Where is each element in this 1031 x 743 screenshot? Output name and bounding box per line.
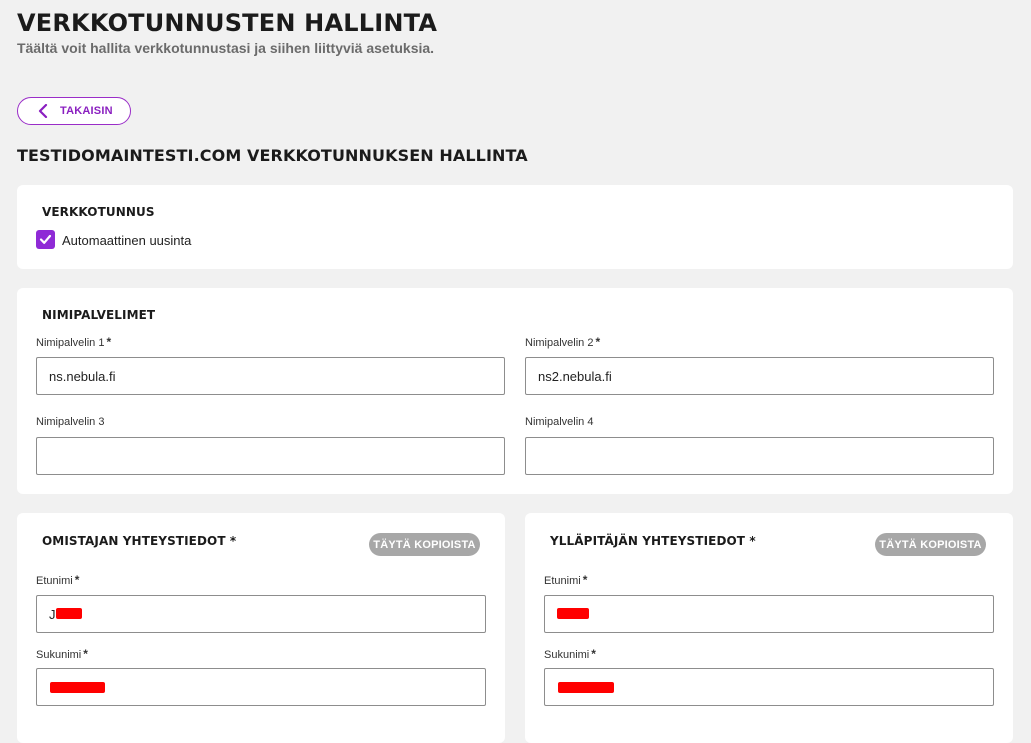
nameserver-3-label: Nimipalvelin 3 bbox=[36, 416, 105, 428]
redaction-mark bbox=[558, 682, 614, 693]
admin-contact-card: YLLÄPITÄJÄN YHTEYSTIEDOT * TÄYTÄ KOPIOIS… bbox=[525, 513, 1013, 743]
admin-contact-title: YLLÄPITÄJÄN YHTEYSTIEDOT * bbox=[550, 534, 756, 548]
nameserver-2-input[interactable] bbox=[525, 357, 994, 395]
domain-card-title: VERKKOTUNNUS bbox=[42, 205, 155, 219]
auto-renew-checkbox[interactable] bbox=[36, 230, 55, 249]
nameserver-4-input[interactable] bbox=[525, 437, 994, 475]
page-title: VERKKOTUNNUSTEN HALLINTA bbox=[17, 9, 438, 37]
auto-renew-label: Automaattinen uusinta bbox=[62, 233, 192, 248]
redaction-mark bbox=[56, 608, 82, 619]
admin-fill-from-copy-button[interactable]: TÄYTÄ KOPIOISTA bbox=[875, 533, 986, 556]
redaction-mark bbox=[557, 608, 589, 619]
domain-card: VERKKOTUNNUS Automaattinen uusinta bbox=[17, 185, 1013, 269]
owner-first-name-label: Etunimi * bbox=[36, 573, 80, 587]
owner-last-name-label: Sukunimi * bbox=[36, 647, 88, 661]
page-subtitle: Täältä voit hallita verkkotunnustasi ja … bbox=[17, 40, 435, 56]
back-button-label: TAKAISIN bbox=[60, 105, 113, 117]
nameservers-card-title: NIMIPALVELIMET bbox=[42, 308, 156, 322]
admin-first-name-label: Etunimi * bbox=[544, 573, 588, 587]
redaction-mark bbox=[50, 682, 105, 693]
admin-first-name-input[interactable] bbox=[544, 595, 994, 633]
nameserver-3-input[interactable] bbox=[36, 437, 505, 475]
nameserver-1-input[interactable] bbox=[36, 357, 505, 395]
nameserver-1-label: Nimipalvelin 1 * bbox=[36, 335, 112, 349]
chevron-left-icon bbox=[38, 104, 48, 118]
admin-last-name-label: Sukunimi * bbox=[544, 647, 596, 661]
nameservers-card: NIMIPALVELIMET Nimipalvelin 1* Nimipalve… bbox=[17, 288, 1013, 494]
nameserver-4-label: Nimipalvelin 4 bbox=[525, 416, 594, 428]
checkmark-icon bbox=[39, 234, 52, 244]
owner-contact-title: OMISTAJAN YHTEYSTIEDOT * bbox=[42, 534, 237, 548]
owner-fill-from-copy-button[interactable]: TÄYTÄ KOPIOISTA bbox=[369, 533, 480, 556]
owner-first-name-input[interactable] bbox=[36, 595, 486, 633]
nameserver-2-label: Nimipalvelin 2 * bbox=[525, 335, 601, 349]
owner-contact-card: OMISTAJAN YHTEYSTIEDOT * TÄYTÄ KOPIOISTA… bbox=[17, 513, 505, 743]
domain-heading: TESTIDOMAINTESTI.COM VERKKOTUNNUKSEN HAL… bbox=[17, 146, 528, 165]
back-button[interactable]: TAKAISIN bbox=[17, 97, 131, 125]
